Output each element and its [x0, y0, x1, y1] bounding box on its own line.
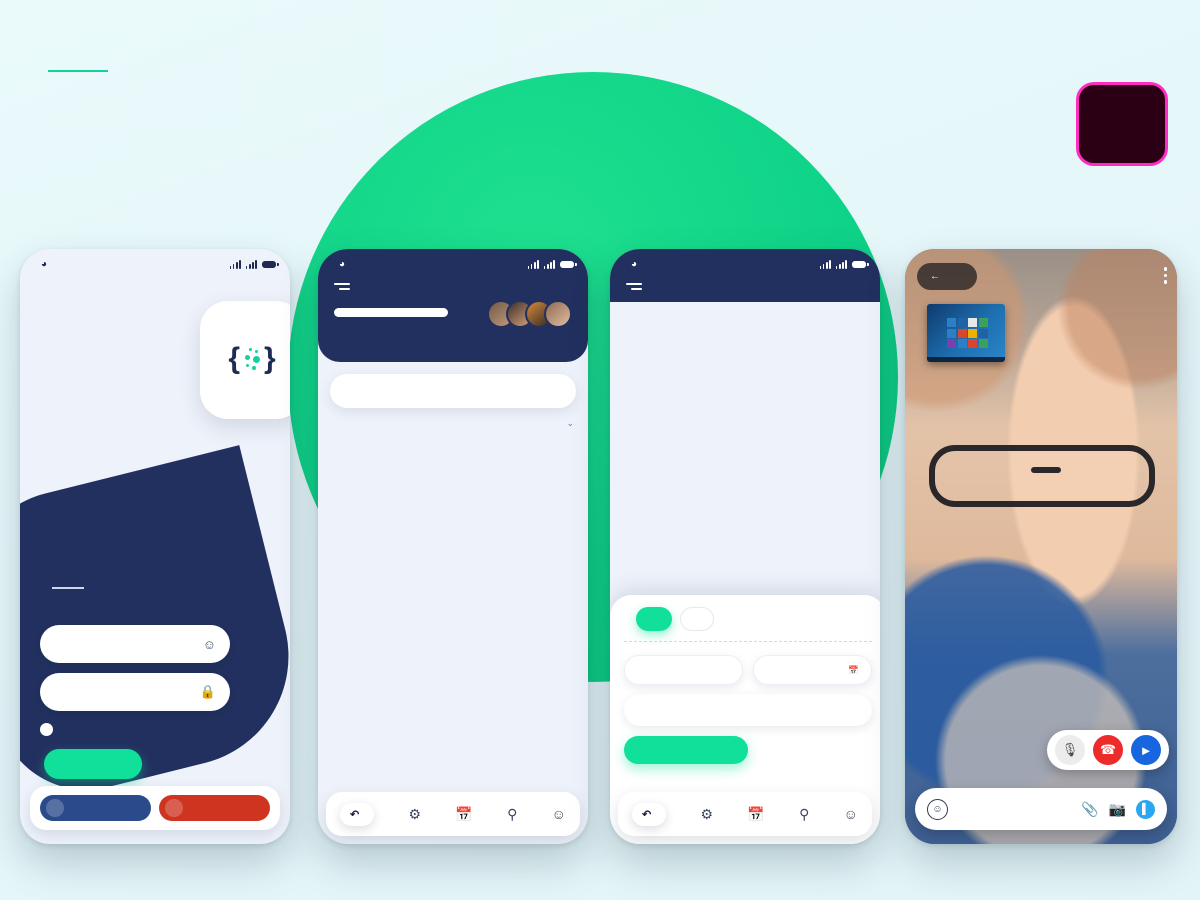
project-filter-tabs[interactable]	[330, 373, 576, 408]
end-call-button[interactable]: ☎	[1093, 735, 1123, 765]
project-list-header: ⌄	[318, 408, 588, 429]
chevron-down-icon: ⌄	[566, 417, 574, 428]
call-controls: 🎙 ☎ ►	[1047, 730, 1169, 770]
user-icon: ☺	[202, 636, 216, 652]
logout-button[interactable]: ↶	[340, 802, 375, 826]
all-clients-block[interactable]	[487, 299, 572, 334]
dashboard-title-row	[318, 279, 588, 290]
phone-call-screen: ← 🎙 ☎ ► ☺ 📎 📷 ▌	[905, 249, 1177, 844]
dashboard-summary	[318, 290, 588, 334]
email-field[interactable]: ☺	[40, 625, 230, 663]
logout-icon: ↶	[350, 808, 360, 821]
deadline-input[interactable]: 📅	[753, 655, 872, 685]
logout-button[interactable]: ↶	[632, 802, 667, 826]
battery-icon	[852, 260, 869, 268]
signal-icon	[819, 259, 831, 269]
bottom-tabbar: ↶ ⚙ 📅 ⚲ ☺	[326, 792, 580, 836]
phone-assign-screen: ◕ 📅 ↶ ⚙ 📅 ⚲ ☺	[610, 249, 880, 844]
message-composer: ☺ 📎 📷 ▌	[915, 788, 1167, 830]
hamburger-icon[interactable]	[334, 283, 350, 290]
status-bar: ◕	[610, 249, 880, 279]
save-password-toggle[interactable]	[40, 723, 62, 736]
page-title	[34, 70, 454, 84]
assign-header: ◕	[610, 249, 880, 302]
search-icon[interactable]: ⚲	[799, 806, 809, 823]
back-arrow-icon[interactable]: ←	[930, 271, 940, 282]
google-plus-icon	[165, 799, 183, 817]
calendar-icon[interactable]: 📅	[848, 665, 859, 676]
search-icon[interactable]: ⚲	[507, 806, 517, 823]
dashboard-header: ◕	[318, 249, 588, 362]
assign-title-row	[610, 279, 880, 290]
calendar-icon[interactable]: 📅	[455, 806, 472, 823]
save-password-radio[interactable]	[40, 723, 53, 736]
client-avatar-stack	[487, 299, 572, 328]
signal-icon	[229, 259, 241, 269]
battery-icon	[560, 260, 577, 268]
signal-icon	[835, 259, 847, 269]
signal-icon	[245, 259, 257, 269]
avatar	[544, 299, 572, 328]
camera-icon[interactable]: 📷	[1109, 801, 1126, 818]
project-list	[318, 429, 588, 435]
call-topbar: ←	[917, 263, 977, 290]
settings-gear-icon[interactable]: ⚙	[409, 806, 422, 823]
settings-gear-icon[interactable]: ⚙	[701, 806, 714, 823]
logo-card: { }	[200, 301, 290, 419]
taskbar	[927, 357, 1005, 362]
password-field[interactable]: 🔒	[40, 673, 230, 711]
adobe-xd-badge	[1076, 82, 1168, 166]
phone-login-screen: ◕ { } ☺ �	[20, 249, 290, 844]
divider	[624, 641, 872, 642]
calendar-icon[interactable]: 📅	[747, 806, 764, 823]
microphone-icon[interactable]: ▌	[1136, 799, 1155, 819]
more-vertical-icon[interactable]	[1163, 267, 1167, 284]
wifi-icon: ◕	[339, 258, 346, 270]
google-login-button[interactable]	[159, 795, 270, 821]
show-in-days-dropdown[interactable]: ⌄	[566, 418, 574, 429]
status-bar: ◕	[20, 249, 290, 279]
user-settings-icon[interactable]: ☺	[552, 806, 566, 822]
hamburger-icon[interactable]	[626, 283, 642, 290]
logout-icon: ↶	[642, 808, 652, 821]
task-name-input[interactable]	[624, 655, 743, 685]
glasses-shape	[929, 445, 1155, 507]
title-underline	[48, 70, 108, 72]
login-heading	[44, 587, 84, 595]
status-bar: ◕	[318, 249, 588, 279]
wifi-icon: ◕	[631, 258, 638, 270]
wifi-icon: ◕	[41, 258, 48, 270]
facebook-icon	[46, 799, 64, 817]
mute-button[interactable]: 🎙	[1055, 735, 1085, 765]
assignee-chips[interactable]	[624, 694, 872, 726]
paperclip-icon[interactable]: 📎	[1081, 801, 1098, 818]
smiley-icon[interactable]: ☺	[927, 798, 948, 820]
assign-filter-chips[interactable]	[610, 302, 880, 314]
progress-bar	[334, 307, 448, 317]
social-login-bar	[30, 786, 280, 830]
assign-task-button[interactable]	[624, 736, 748, 764]
phone-dashboard-screen: ◕ ⌄ ↶ ⚙ 📅 ⚲ ☺	[318, 249, 588, 844]
screen-share-pip[interactable]	[927, 304, 1005, 362]
sheet-header	[624, 607, 872, 631]
sheet-pill-development[interactable]	[680, 607, 714, 631]
desktop-tiles	[947, 318, 988, 348]
battery-icon	[262, 260, 279, 268]
lock-icon: 🔒	[199, 684, 216, 699]
camera-button[interactable]: ►	[1131, 735, 1161, 765]
logo-icon: { }	[228, 342, 276, 375]
signal-icon	[527, 259, 539, 269]
signal-icon	[543, 259, 555, 269]
stat-rings	[318, 334, 588, 348]
facebook-login-button[interactable]	[40, 795, 151, 821]
user-settings-icon[interactable]: ☺	[844, 806, 858, 822]
login-now-button[interactable]	[44, 749, 142, 779]
bottom-tabbar: ↶ ⚙ 📅 ⚲ ☺	[618, 792, 872, 836]
sheet-pill-design[interactable]	[636, 607, 672, 631]
